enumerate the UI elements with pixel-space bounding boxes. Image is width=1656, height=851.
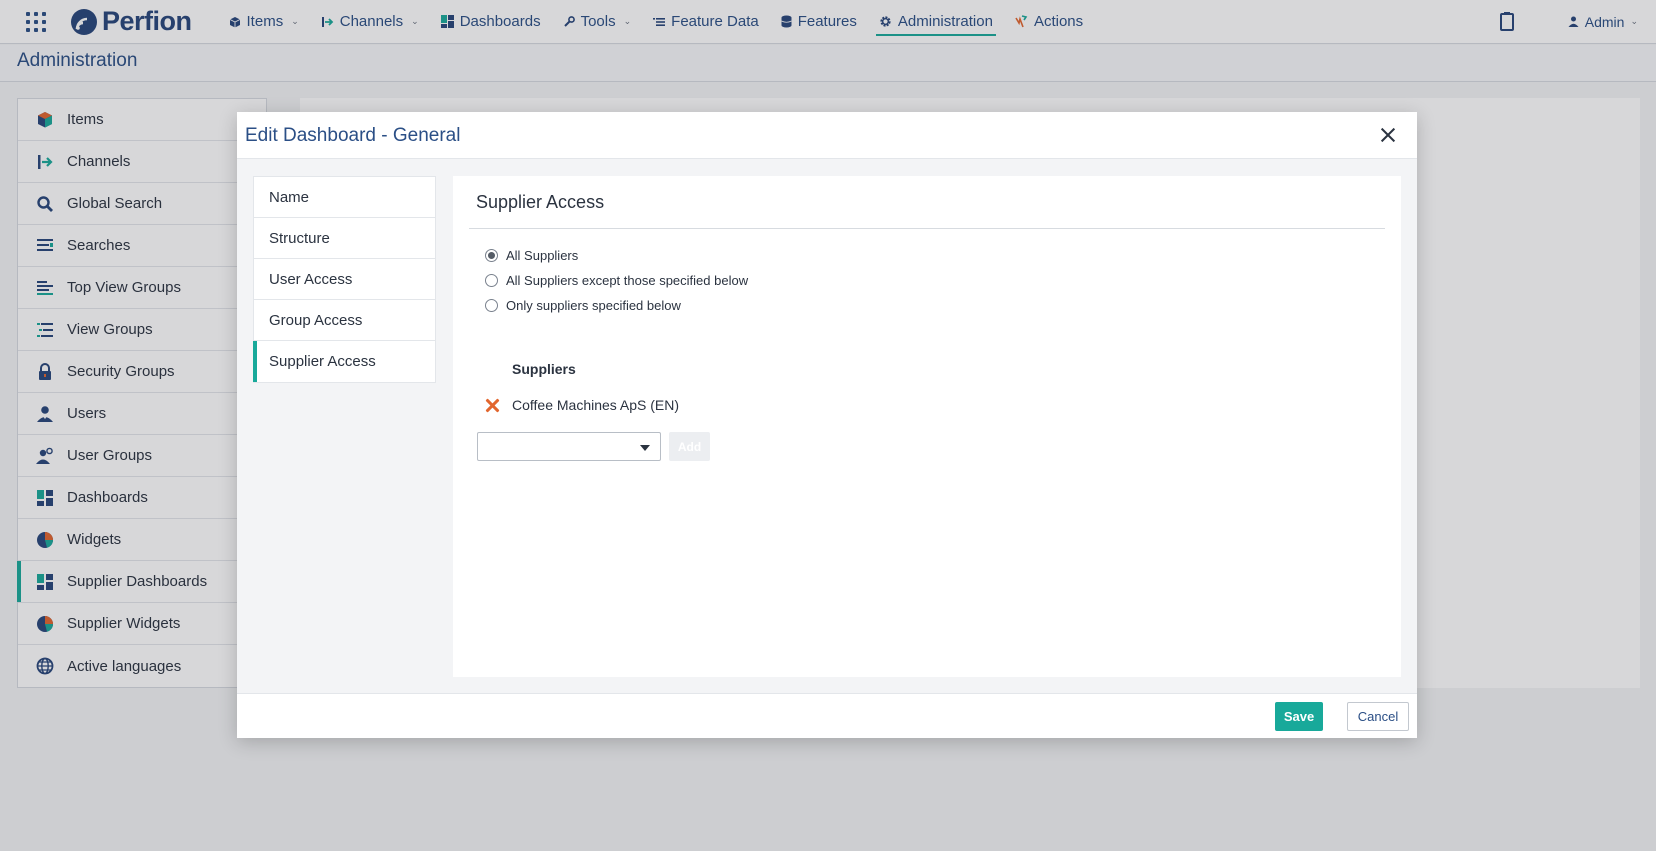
supplier-list-item: Coffee Machines ApS (EN) xyxy=(484,397,679,413)
radio-button[interactable] xyxy=(485,249,498,262)
add-supplier-button[interactable]: Add xyxy=(669,432,710,461)
tab-user-access[interactable]: User Access xyxy=(254,259,435,300)
dialog-header: Edit Dashboard - General xyxy=(237,112,1417,159)
save-button[interactable]: Save xyxy=(1275,702,1323,731)
tab-group-access[interactable]: Group Access xyxy=(254,300,435,341)
tab-name[interactable]: Name xyxy=(254,177,435,218)
radio-all-suppliers[interactable]: All Suppliers xyxy=(485,248,578,263)
cancel-button[interactable]: Cancel xyxy=(1347,702,1409,731)
suppliers-heading: Suppliers xyxy=(512,361,576,377)
dialog-footer: Save Cancel xyxy=(237,693,1417,738)
close-icon[interactable] xyxy=(1377,124,1399,146)
edit-dashboard-dialog: Edit Dashboard - General Name Structure … xyxy=(237,112,1417,738)
supplier-access-panel: Supplier Access All Suppliers All Suppli… xyxy=(453,176,1401,677)
radio-button[interactable] xyxy=(485,299,498,312)
radio-label: All Suppliers except those specified bel… xyxy=(506,273,749,288)
radio-label: Only suppliers specified below xyxy=(506,298,681,313)
caret-down-icon xyxy=(640,445,650,451)
supplier-name: Coffee Machines ApS (EN) xyxy=(512,397,680,413)
panel-title: Supplier Access xyxy=(476,192,605,212)
radio-all-except-specified[interactable]: All Suppliers except those specified bel… xyxy=(485,273,748,288)
supplier-select[interactable] xyxy=(477,432,661,461)
tab-supplier-access[interactable]: Supplier Access xyxy=(253,341,435,382)
radio-button[interactable] xyxy=(485,274,498,287)
dialog-title: Edit Dashboard - General xyxy=(245,125,461,146)
dialog-body: Name Structure User Access Group Access … xyxy=(237,159,1417,693)
divider xyxy=(469,228,1385,229)
tab-structure[interactable]: Structure xyxy=(254,218,435,259)
radio-label: All Suppliers xyxy=(506,248,579,263)
radio-only-specified[interactable]: Only suppliers specified below xyxy=(485,298,681,313)
dialog-tabs: Name Structure User Access Group Access … xyxy=(253,176,436,383)
remove-icon[interactable] xyxy=(484,397,500,413)
